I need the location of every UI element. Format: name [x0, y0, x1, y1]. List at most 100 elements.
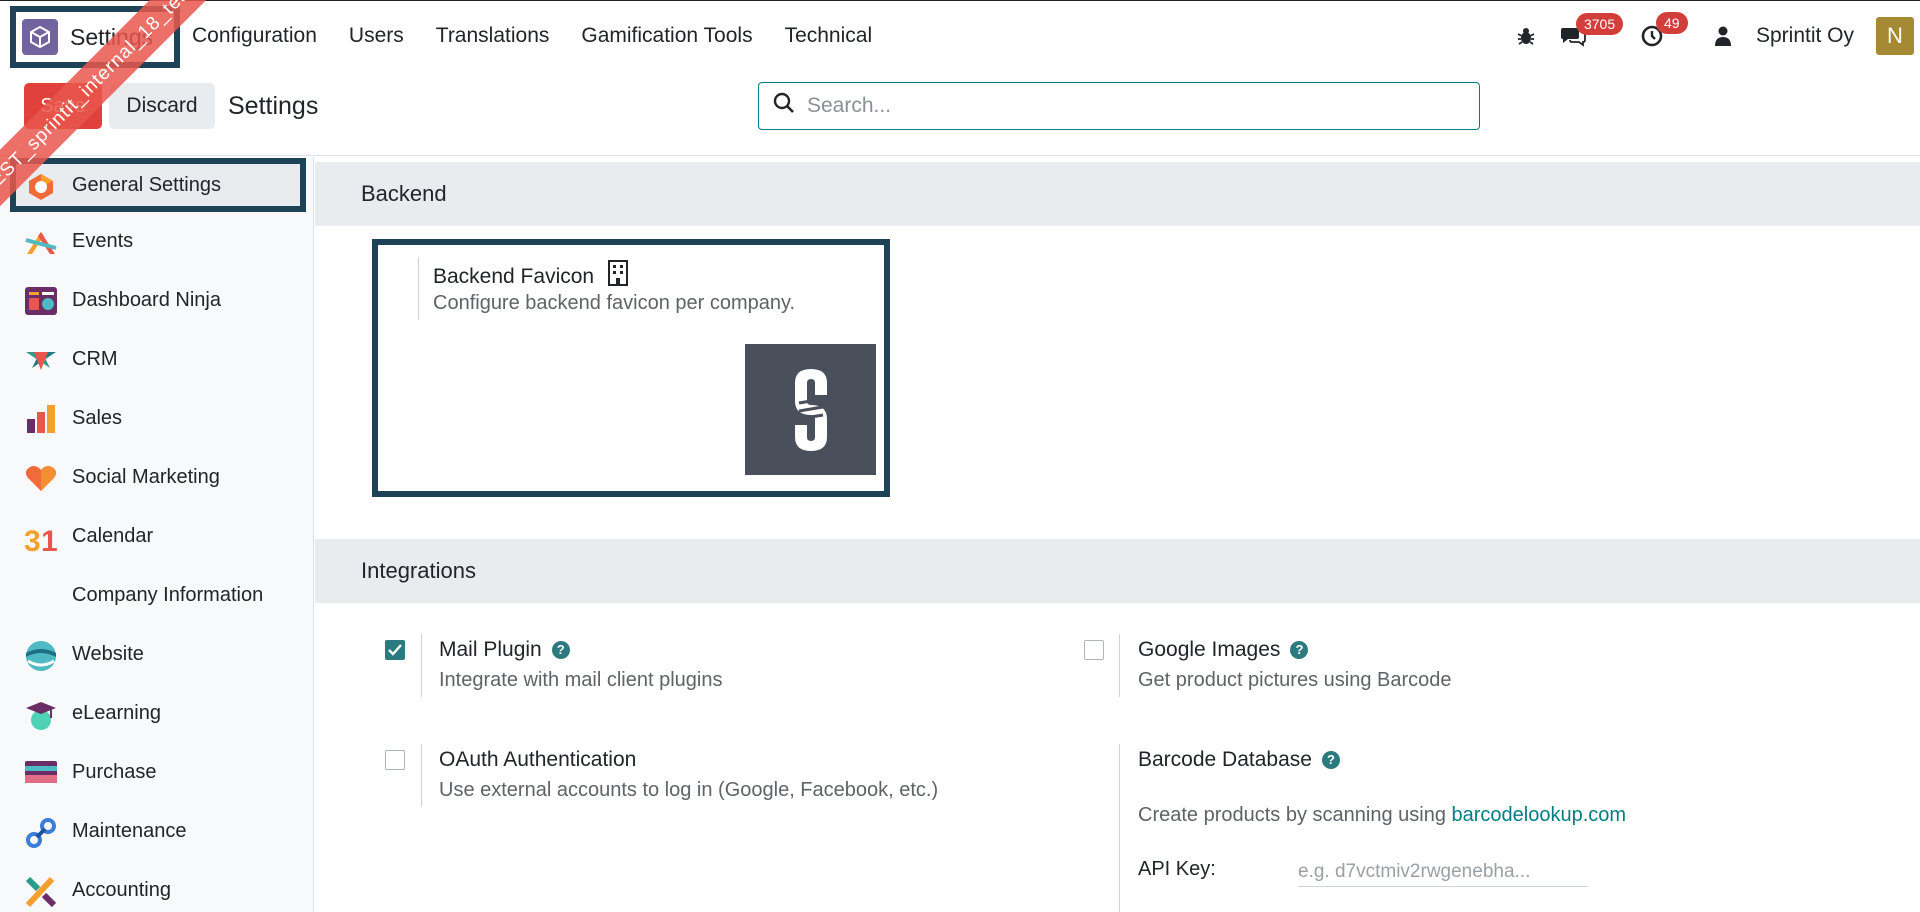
user-icon [1714, 26, 1732, 46]
sidebar-item-label: Company Information [72, 584, 264, 606]
sidebar-item-maintenance[interactable]: Maintenance [0, 802, 313, 861]
oauth-description: Use external accounts to log in (Google,… [439, 779, 939, 801]
google-images-heading: Google Images? [1138, 638, 1309, 662]
sidebar-item-label: Dashboard Ninja [72, 289, 221, 311]
website-icon [24, 639, 56, 671]
sidebar-item-label: Social Marketing [72, 466, 220, 488]
social-marketing-icon [24, 462, 57, 494]
search-icon [773, 92, 795, 120]
svg-text:3: 3 [24, 525, 41, 555]
setting-divider [1119, 744, 1120, 912]
sidebar-item-label: Sales [72, 407, 123, 429]
backend-favicon-description: Configure backend favicon per company. [433, 292, 796, 314]
search-input[interactable] [807, 94, 1447, 118]
oauth-checkbox[interactable] [385, 750, 405, 770]
menu-gamification-tools[interactable]: Gamification Tools [581, 24, 752, 48]
google-images-checkbox[interactable] [1084, 640, 1104, 660]
activity-badge: 49 [1655, 12, 1688, 34]
accounting-icon [24, 875, 57, 908]
sidebar-item-label: CRM [72, 348, 118, 370]
sidebar-item-purchase[interactable]: Purchase [0, 743, 313, 802]
sidebar-item-sales[interactable]: Sales [0, 389, 313, 448]
sidebar-item-social-marketing[interactable]: Social Marketing [0, 448, 313, 507]
menu-translations[interactable]: Translations [436, 24, 550, 48]
section-integrations-title: Integrations [315, 539, 1920, 603]
help-icon[interactable]: ? [1321, 750, 1340, 769]
mail-plugin-title: Mail Plugin [439, 638, 542, 661]
settings-app-icon [22, 19, 58, 55]
general-settings-icon [26, 172, 58, 204]
sidebar-item-accounting[interactable]: Accounting [0, 861, 313, 912]
purchase-icon [24, 757, 57, 789]
setting-divider [421, 634, 422, 697]
help-icon[interactable]: ? [1290, 640, 1309, 659]
setting-divider [418, 257, 419, 320]
sidebar-item-calendar[interactable]: 31 Calendar [0, 507, 313, 566]
control-panel: Save Discard Settings [0, 70, 1920, 156]
sidebar-item-label: Events [72, 230, 134, 252]
menu-technical[interactable]: Technical [785, 24, 873, 48]
settings-content: Backend Backend Favicon Configure backen… [315, 157, 1920, 912]
sidebar-item-label: Website [72, 643, 144, 665]
sidebar-item-label: General Settings [72, 173, 221, 196]
mail-plugin-description: Integrate with mail client plugins [439, 669, 723, 691]
sidebar-item-label: Accounting [72, 879, 171, 901]
company-building-icon [607, 260, 628, 292]
maintenance-icon [24, 816, 56, 848]
dashboard-ninja-icon [24, 285, 57, 317]
sidebar-item-label: eLearning [72, 702, 161, 724]
barcodelookup-link[interactable]: barcodelookup.com [1452, 804, 1627, 826]
sidebar-item-events[interactable]: Events [0, 212, 313, 271]
elearning-icon [24, 698, 56, 730]
discard-button[interactable]: Discard [109, 83, 215, 129]
api-key-input[interactable] [1298, 857, 1588, 887]
api-key-label: API Key: [1138, 858, 1216, 880]
sidebar-item-website[interactable]: Website [0, 625, 313, 684]
help-icon[interactable]: ? [551, 640, 570, 659]
mail-plugin-heading: Mail Plugin? [439, 638, 570, 662]
mail-plugin-checkbox[interactable] [385, 640, 405, 660]
sidebar-item-label: Calendar [72, 525, 154, 547]
barcode-description: Create products by scanning using barcod… [1138, 804, 1626, 827]
menu-configuration[interactable]: Configuration [192, 24, 317, 48]
barcode-desc-text: Create products by scanning using [1138, 804, 1452, 826]
favicon-logo-icon [794, 368, 827, 451]
oauth-title: OAuth Authentication [439, 748, 637, 771]
google-images-title: Google Images [1138, 638, 1281, 661]
sidebar-item-label: Purchase [72, 761, 157, 783]
search-bar [758, 82, 1480, 130]
menu-users[interactable]: Users [349, 24, 404, 48]
user-avatar[interactable]: N [1876, 17, 1914, 55]
events-icon [24, 226, 57, 258]
sidebar-item-crm[interactable]: CRM [0, 330, 313, 389]
backend-favicon-title: Backend Favicon [433, 265, 595, 288]
bug-icon[interactable] [1516, 26, 1536, 46]
activity-clock-icon[interactable]: 49 [1640, 12, 1688, 48]
backend-favicon-heading: Backend Favicon [433, 260, 628, 292]
backend-favicon-setting: Backend Favicon Configure backend favico… [372, 239, 890, 497]
main-menu: Configuration Users Translations Gamific… [192, 1, 904, 71]
setting-divider [421, 744, 422, 807]
svg-text:1: 1 [41, 525, 58, 555]
systray: 3705 49 Sprintit Oy N [1516, 1, 1920, 71]
company-switcher[interactable]: Sprintit Oy [1756, 24, 1854, 48]
calendar-icon: 31 [24, 521, 58, 558]
crm-icon [24, 344, 56, 376]
chat-icon[interactable]: 3705 [1560, 13, 1624, 47]
sidebar-item-company-information[interactable]: Company Information [0, 566, 313, 625]
page-title: Settings [228, 92, 319, 120]
checkmark-icon [388, 644, 402, 656]
sidebar-item-elearning[interactable]: eLearning [0, 684, 313, 743]
chat-badge: 3705 [1575, 13, 1624, 35]
top-navbar: Settings Configuration Users Translation… [0, 0, 1920, 70]
section-backend-title: Backend [315, 162, 1920, 226]
setting-divider [1119, 634, 1120, 697]
barcode-title: Barcode Database [1138, 748, 1312, 771]
sidebar-item-dashboard-ninja[interactable]: Dashboard Ninja [0, 271, 313, 330]
sales-icon [24, 403, 56, 435]
sidebar-item-general-settings[interactable]: General Settings [10, 158, 306, 212]
favicon-image-upload[interactable] [745, 344, 876, 475]
sidebar-item-label: Maintenance [72, 820, 187, 842]
barcode-heading: Barcode Database? [1138, 748, 1340, 772]
google-images-description: Get product pictures using Barcode [1138, 669, 1452, 691]
